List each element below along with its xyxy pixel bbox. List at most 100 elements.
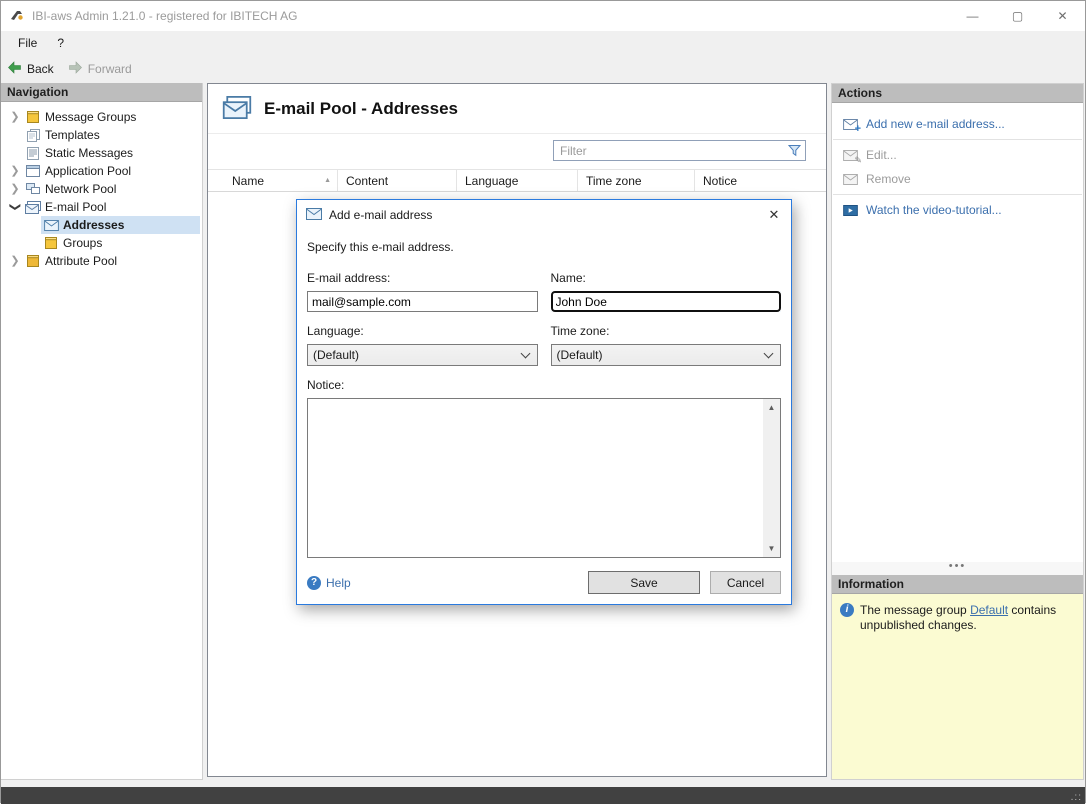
tree-item-groups[interactable]: ❯ Groups — [1, 234, 202, 252]
scroll-down-icon[interactable]: ▼ — [763, 540, 780, 557]
cancel-button[interactable]: Cancel — [710, 571, 781, 594]
application-pool-icon — [23, 165, 43, 177]
chevron-right-icon[interactable]: ❯ — [7, 180, 23, 198]
chevron-down-icon — [520, 348, 530, 359]
maximize-icon[interactable]: ▢ — [995, 1, 1040, 31]
filter-funnel-icon — [787, 144, 802, 160]
add-email-icon: + — [841, 118, 861, 134]
save-button[interactable]: Save — [588, 571, 700, 594]
email-pool-icon — [23, 200, 43, 214]
dialog-title-bar[interactable]: Add e-mail address ✕ — [297, 200, 791, 230]
tree-item-network-pool[interactable]: ❯ Network Pool — [1, 180, 202, 198]
addresses-icon — [41, 219, 61, 231]
info-icon: i — [840, 603, 854, 617]
default-group-link[interactable]: Default — [970, 603, 1008, 617]
table-header: Name ▲ Content Language Time zone Notice — [208, 169, 826, 192]
main-header: E-mail Pool - Addresses — [208, 84, 826, 134]
information-header: Information — [832, 575, 1083, 594]
close-icon[interactable]: ✕ — [1040, 1, 1085, 31]
scrollbar[interactable]: ▲ ▼ — [763, 399, 780, 557]
separator — [833, 194, 1082, 195]
add-email-dialog: Add e-mail address ✕ Specify this e-mail… — [296, 199, 792, 605]
menu-help[interactable]: ? — [47, 33, 74, 53]
back-label: Back — [27, 62, 54, 76]
chevron-right-icon[interactable]: ❯ — [7, 162, 23, 180]
scrollbar-track[interactable] — [763, 416, 780, 540]
email-pool-page-icon — [222, 95, 252, 122]
column-header-content[interactable]: Content — [338, 170, 457, 191]
tree-item-email-pool[interactable]: ❯ E-mail Pool — [1, 198, 202, 216]
tree-item-templates[interactable]: ❯ Templates — [1, 126, 202, 144]
filter-input[interactable] — [553, 140, 806, 161]
action-edit[interactable]: ✎ Edit... — [832, 144, 1083, 166]
right-panel: Actions + Add new e-mail address... ✎ Ed… — [831, 83, 1084, 780]
tree-item-attribute-pool[interactable]: ❯ Attribute Pool — [1, 252, 202, 270]
dialog-close-icon[interactable]: ✕ — [757, 200, 791, 230]
back-arrow-icon — [7, 61, 22, 77]
forward-arrow-icon — [68, 61, 83, 77]
information-panel: i The message group Default contains unp… — [832, 594, 1083, 779]
column-header-timezone[interactable]: Time zone — [578, 170, 695, 191]
groups-icon — [41, 237, 61, 249]
navigation-tree: ❯ Message Groups ❯ Templates ❯ Static Me… — [1, 102, 202, 270]
chevron-right-icon[interactable]: ❯ — [7, 252, 23, 270]
page-title: E-mail Pool - Addresses — [264, 98, 458, 118]
dialog-title: Add e-mail address — [329, 208, 433, 222]
notice-textarea[interactable]: ▲ ▼ — [307, 398, 781, 558]
action-video-tutorial[interactable]: Watch the video-tutorial... — [832, 199, 1083, 221]
app-icon — [9, 8, 25, 24]
email-address-input[interactable] — [307, 291, 538, 312]
column-header-notice[interactable]: Notice — [695, 170, 826, 191]
tree-item-static-messages[interactable]: ❯ Static Messages — [1, 144, 202, 162]
app-window: IBI-aws Admin 1.21.0 - registered for IB… — [0, 0, 1086, 804]
status-bar: .:: — [1, 787, 1085, 804]
help-link[interactable]: ? Help — [307, 575, 351, 590]
splitter-handle[interactable]: ••• — [832, 561, 1083, 575]
edit-email-icon: ✎ — [841, 149, 862, 164]
name-label: Name: — [550, 271, 586, 285]
scroll-up-icon[interactable]: ▲ — [763, 399, 780, 416]
resize-grip-icon[interactable]: .:: — [1071, 792, 1082, 803]
actions-list: + Add new e-mail address... ✎ Edit... Re… — [832, 103, 1083, 562]
navigation-header: Navigation — [1, 83, 202, 102]
timezone-label: Time zone: — [550, 324, 610, 338]
tree-item-message-groups[interactable]: ❯ Message Groups — [1, 108, 202, 126]
action-add-email[interactable]: + Add new e-mail address... — [832, 113, 1083, 135]
dialog-description: Specify this e-mail address. — [307, 240, 454, 254]
email-icon — [306, 207, 322, 223]
title-bar: IBI-aws Admin 1.21.0 - registered for IB… — [1, 1, 1085, 31]
name-input[interactable] — [549, 290, 782, 313]
remove-email-icon — [841, 173, 859, 185]
help-icon: ? — [307, 575, 321, 590]
forward-label: Forward — [87, 62, 132, 76]
sort-asc-icon: ▲ — [324, 176, 331, 184]
tree-item-addresses[interactable]: ❯ Addresses — [1, 216, 202, 234]
dialog-body: Specify this e-mail address. E-mail addr… — [297, 240, 791, 604]
action-remove[interactable]: Remove — [832, 168, 1083, 190]
information-message: The message group Default contains unpub… — [860, 603, 1057, 632]
menu-bar: File ? — [1, 31, 1085, 55]
language-select[interactable]: (Default) — [307, 344, 538, 366]
chevron-down-icon — [763, 348, 774, 359]
actions-header: Actions — [832, 84, 1083, 103]
chevron-down-icon[interactable]: ❯ — [6, 199, 24, 215]
email-address-label: E-mail address: — [307, 271, 391, 285]
tree-item-application-pool[interactable]: ❯ Application Pool — [1, 162, 202, 180]
minimize-icon[interactable]: — — [950, 1, 995, 31]
toolbar: Back Forward — [1, 55, 1085, 83]
column-header-name[interactable]: Name ▲ — [208, 170, 338, 191]
notice-label: Notice: — [307, 378, 345, 392]
language-label: Language: — [307, 324, 364, 338]
attribute-pool-icon — [23, 255, 43, 267]
navigation-panel: Navigation ❯ Message Groups ❯ Templates … — [1, 83, 203, 780]
message-groups-icon — [23, 111, 43, 123]
forward-button[interactable]: Forward — [68, 61, 132, 77]
filter-box — [553, 140, 806, 161]
window-title: IBI-aws Admin 1.21.0 - registered for IB… — [32, 9, 298, 23]
menu-file[interactable]: File — [8, 33, 47, 53]
back-button[interactable]: Back — [7, 61, 54, 77]
chevron-right-icon[interactable]: ❯ — [7, 108, 23, 126]
column-header-language[interactable]: Language — [457, 170, 578, 191]
templates-icon — [23, 128, 43, 142]
timezone-select[interactable]: (Default) — [550, 344, 781, 366]
